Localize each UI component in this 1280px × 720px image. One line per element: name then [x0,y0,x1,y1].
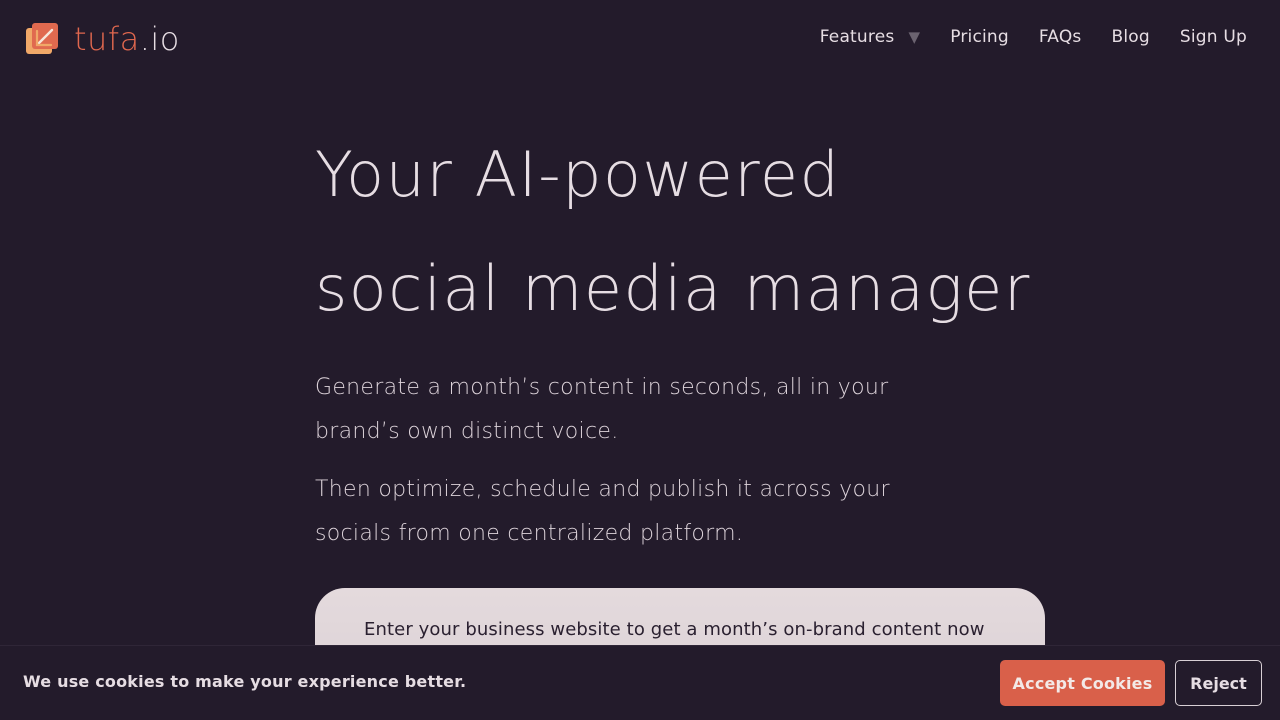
nav-signup-link[interactable]: Sign Up [1180,27,1247,47]
accept-cookies-button[interactable]: Accept Cookies [1000,660,1165,706]
cookie-banner: We use cookies to make your experience b… [0,645,1280,720]
nav-blog-link[interactable]: Blog [1111,27,1149,47]
chevron-down-icon: ▼ [908,28,921,46]
reject-cookies-button[interactable]: Reject [1175,660,1262,706]
logo-link[interactable]: tufa.io [26,22,180,56]
nav-pricing-link[interactable]: Pricing [950,27,1009,47]
landing-page: tufa.io Features ▼ Pricing FAQs Blog Sig… [0,0,1280,720]
hero-title-line-2: social media manager [315,252,1031,325]
cta-prompt: Enter your business website to get a mon… [364,619,985,640]
hero-paragraph-1: Generate a month’s content in seconds, a… [315,375,889,444]
hero-title: Your AI-powered social media manager [315,118,1075,346]
nav-features-label: Features [819,27,895,47]
cookie-message: We use cookies to make your experience b… [23,672,467,691]
tufa-logo-icon [26,22,60,56]
main-nav: Features ▼ Pricing FAQs Blog Sign Up [820,27,1247,47]
nav-features-dropdown[interactable]: Features ▼ [820,27,920,47]
hero-title-line-1: Your AI-powered [315,138,841,211]
nav-faqs-link[interactable]: FAQs [1039,27,1082,47]
hero-paragraph-2: Then optimize, schedule and publish it a… [315,477,890,546]
logo-wordmark: tufa.io [74,20,180,58]
